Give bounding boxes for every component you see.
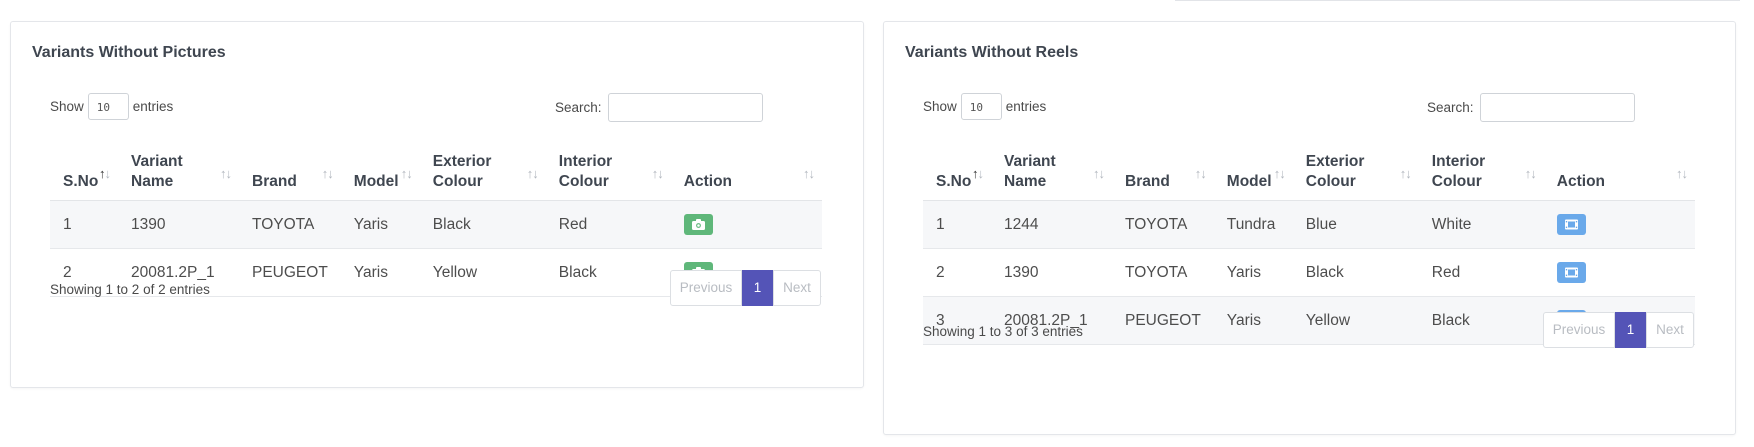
column-header-exterior-colour[interactable]: Exterior Colour ↑↓ [419,140,546,201]
sort-icon: ↑↓ [972,166,984,181]
column-header-interior-colour[interactable]: Interior Colour ↑↓ [1418,140,1544,201]
sort-icon: ↑↓ [321,166,334,181]
cell-action [1543,248,1695,297]
sort-icon: ↑↓ [651,166,664,181]
cell-brand: PEUGEOT [239,248,341,297]
table-info: Showing 1 to 3 of 3 entries [923,324,1083,339]
cell-model: Yaris [1213,296,1293,345]
table-row: 1 1244 TOYOTA Tundra Blue White [923,200,1695,249]
previous-button[interactable]: Previous [1543,312,1615,348]
column-header-sno[interactable]: S.No ↑↓ [50,140,118,201]
top-divider [1175,0,1740,1]
table-row: 1 1390 TOYOTA Yaris Black Red [50,200,822,249]
cell-action [670,200,822,249]
search-input[interactable] [1479,93,1635,122]
sort-icon: ↑↓ [526,166,539,181]
cell-exterior: Black [419,200,546,249]
cell-action [1543,200,1695,249]
column-header-exterior-colour[interactable]: Exterior Colour ↑↓ [1292,140,1419,201]
table-header-row: S.No ↑↓ Variant Name ↑↓ Brand ↑↓ Model ↑↓ Ex… [923,140,1695,201]
pagination: Previous 1 Next [670,270,821,306]
entries-length-control: Show 10 entries [923,93,1046,120]
show-label: Show [923,99,957,114]
cell-exterior: Yellow [1292,296,1419,345]
table-row: 2 1390 TOYOTA Yaris Black Red [923,248,1695,297]
page-1-button[interactable]: 1 [742,270,773,306]
cell-model: Yaris [340,200,420,249]
card-title: Variants Without Pictures [32,44,226,61]
column-header-brand[interactable]: Brand ↑↓ [239,140,341,201]
cell-interior: Black [545,248,671,297]
camera-icon [691,219,705,230]
entries-label: entries [132,99,174,114]
cell-sno: 1 [50,200,118,249]
column-header-sno[interactable]: S.No ↑↓ [923,140,991,201]
column-header-model[interactable]: Model ↑↓ [1213,140,1293,201]
add-picture-button[interactable] [683,214,713,235]
previous-button[interactable]: Previous [670,270,742,306]
column-header-variant-name[interactable]: Variant Name ↑↓ [118,140,239,201]
cell-exterior: Black [1292,248,1419,297]
film-icon [1564,219,1578,230]
cell-interior: Red [545,200,671,249]
show-label: Show [50,99,84,114]
table-info: Showing 1 to 2 of 2 entries [50,282,210,297]
search-control: Search: [1427,93,1635,122]
search-control: Search: [555,93,763,122]
sort-icon: ↑↓ [1399,166,1412,181]
next-button[interactable]: Next [1646,312,1694,348]
sort-icon: ↑↓ [1194,166,1207,181]
entries-select[interactable]: 10 [960,93,1002,120]
search-input[interactable] [607,93,763,122]
card-title: Variants Without Reels [905,44,1079,61]
cell-sno: 1 [923,200,991,249]
sort-icon: ↑↓ [803,166,815,181]
column-header-interior-colour[interactable]: Interior Colour ↑↓ [545,140,671,201]
cell-variant: 1390 [118,200,239,249]
cell-brand: TOYOTA [239,200,341,249]
sort-icon: ↑↓ [99,166,111,181]
column-header-model[interactable]: Model ↑↓ [340,140,420,201]
sort-icon: ↑↓ [220,166,232,181]
next-button[interactable]: Next [773,270,821,306]
cell-exterior: Yellow [419,248,546,297]
cell-model: Yaris [1213,248,1293,297]
cell-variant: 1390 [991,248,1112,297]
add-reel-button[interactable] [1556,262,1586,283]
column-header-variant-name[interactable]: Variant Name ↑↓ [991,140,1112,201]
search-label: Search: [1427,100,1474,115]
sort-icon: ↑↓ [1273,166,1286,181]
sort-icon: ↑↓ [1524,166,1537,181]
column-header-brand[interactable]: Brand ↑↓ [1112,140,1214,201]
cell-variant: 1244 [991,200,1112,249]
entries-label: entries [1005,99,1047,114]
cell-model: Yaris [340,248,420,297]
page-1-button[interactable]: 1 [1615,312,1646,348]
add-reel-button[interactable] [1556,214,1586,235]
cell-interior: Red [1418,248,1544,297]
pagination: Previous 1 Next [1543,312,1694,348]
sort-icon: ↑↓ [1676,166,1688,181]
column-header-action[interactable]: Action ↑↓ [1543,140,1695,201]
column-header-action[interactable]: Action ↑↓ [670,140,822,201]
variants-without-reels-card: Variants Without Reels Show 10 entries S… [883,21,1736,435]
cell-brand: TOYOTA [1112,200,1214,249]
table-header-row: S.No ↑↓ Variant Name ↑↓ Brand ↑↓ Model ↑↓ Ex… [50,140,822,201]
cell-model: Tundra [1213,200,1293,249]
search-label: Search: [555,100,602,115]
cell-interior: Black [1418,296,1544,345]
variants-without-pictures-card: Variants Without Pictures Show 10 entrie… [10,21,864,388]
sort-icon: ↑↓ [1093,166,1105,181]
film-icon [1564,267,1578,278]
cell-brand: PEUGEOT [1112,296,1214,345]
entries-select[interactable]: 10 [87,93,129,120]
sort-icon: ↑↓ [400,166,413,181]
cell-exterior: Blue [1292,200,1419,249]
cell-sno: 2 [923,248,991,297]
cell-brand: TOYOTA [1112,248,1214,297]
cell-interior: White [1418,200,1544,249]
entries-length-control: Show 10 entries [50,93,173,120]
